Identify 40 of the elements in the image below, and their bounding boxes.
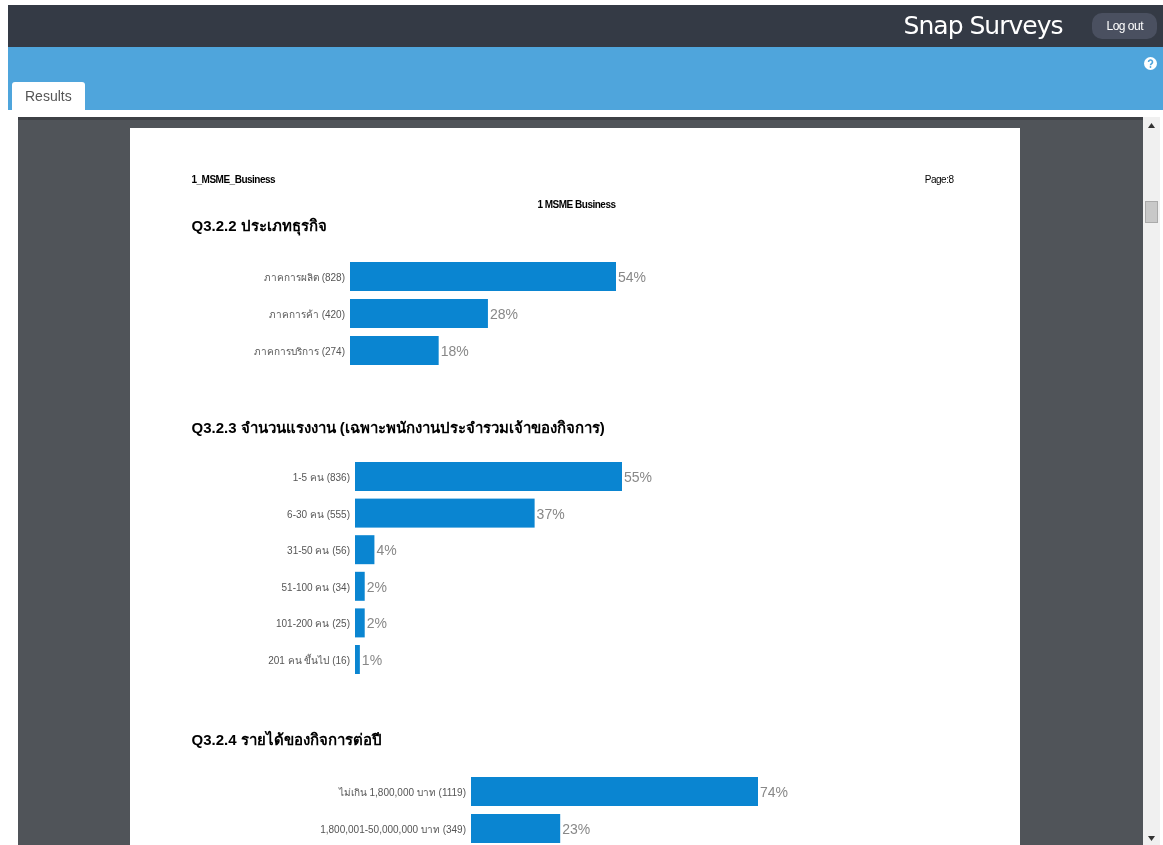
- question-title: Q3.2.4 รายได้ของกิจการต่อปี: [191, 729, 383, 750]
- bar-label: ภาคการผลิต (828): [263, 271, 345, 283]
- value-label: 74%: [759, 783, 788, 800]
- bar: [354, 645, 360, 674]
- bar-label: 101-200 คน (25): [275, 618, 350, 630]
- bar-label: ภาคการค้า (420): [268, 308, 345, 320]
- bar-label: ภาคการบริการ (274): [253, 345, 345, 357]
- scroll-down-icon[interactable]: [1148, 836, 1155, 841]
- value-label: 23%: [561, 820, 590, 837]
- value-label: 37%: [536, 505, 565, 522]
- bar-label: ไม่เกิน 1,800,000 บาท (1119): [338, 786, 466, 798]
- value-label: 2%: [366, 615, 387, 632]
- scroll-up-icon[interactable]: [1148, 123, 1155, 128]
- value-label: 1%: [361, 652, 382, 668]
- question-title: Q3.2.2 ประเภทธุรกิจ: [191, 216, 328, 238]
- bar-label: 6-30 คน (555): [286, 508, 350, 520]
- report-title: 1 MSME Business: [537, 198, 616, 212]
- bar: [354, 535, 374, 565]
- results-tab[interactable]: Results: [12, 82, 85, 110]
- file-name: 1_MSME_Business: [191, 173, 276, 187]
- bar-label: 51-100 คน (34): [281, 581, 350, 593]
- bar: [354, 571, 365, 601]
- logout-button[interactable]: Log out: [1092, 13, 1157, 39]
- page-number: Page:8: [924, 173, 954, 187]
- bar-label: 1,800,001-50,000,000 บาท (349): [319, 823, 466, 835]
- scrollbar[interactable]: [1143, 117, 1160, 845]
- bar-label: 31-50 คน (56): [286, 545, 350, 557]
- value-label: 4%: [375, 542, 397, 559]
- logo-text: Snap Surveys: [903, 10, 1063, 43]
- question-title: Q3.2.3 จำนวนแรงงาน (เฉพาะพนักงานประจำรวมเจ้าของกิจการ): [191, 417, 606, 438]
- value-label: 54%: [617, 268, 646, 285]
- help-icon[interactable]: [1144, 57, 1157, 70]
- value-label: 18%: [440, 342, 469, 359]
- bar-label: 1-5 คน (836): [292, 472, 350, 483]
- scrollbar-thumb[interactable]: [1145, 201, 1158, 223]
- value-label: 55%: [623, 469, 652, 485]
- bar: [354, 608, 365, 638]
- value-label: 2%: [366, 578, 387, 595]
- bar-label: 201 คน ขึ้นไป (16): [267, 655, 350, 666]
- value-label: 28%: [489, 305, 518, 322]
